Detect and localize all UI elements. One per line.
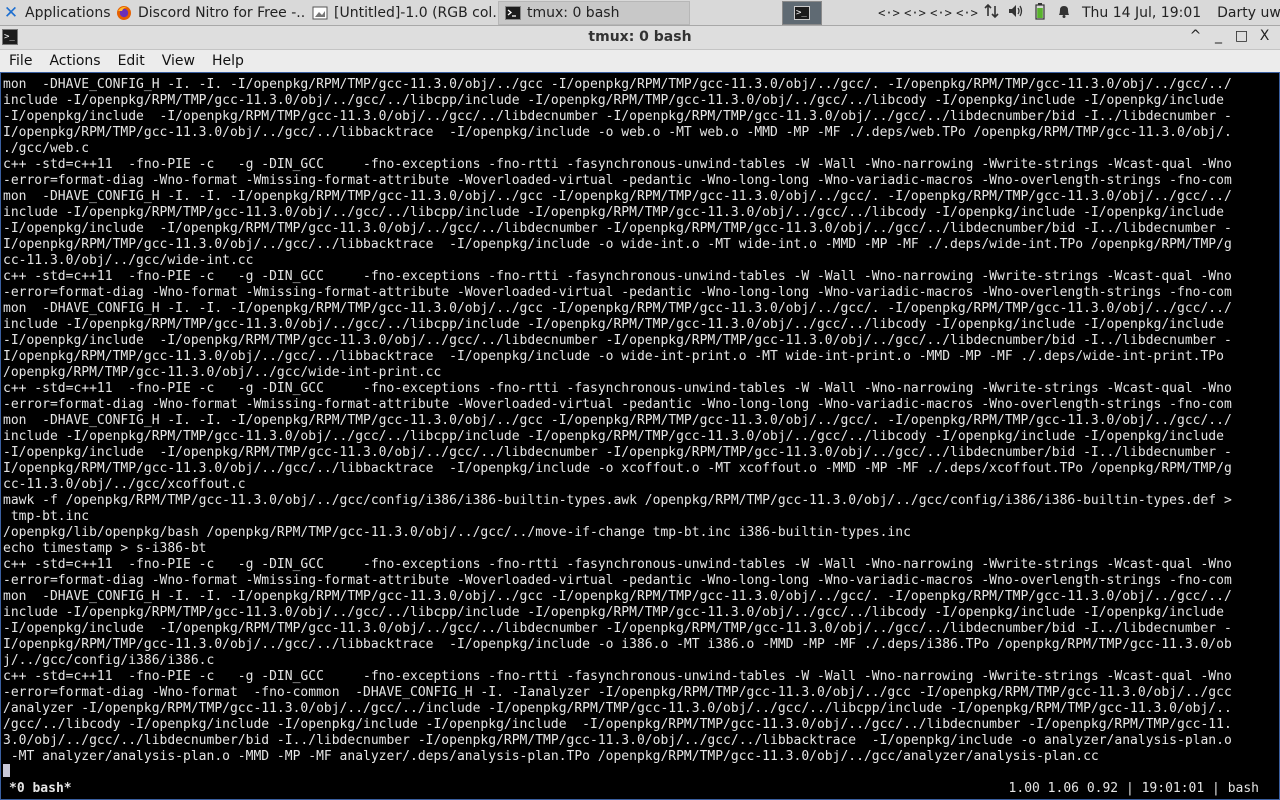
menu-view[interactable]: View <box>153 53 203 69</box>
tmux-window-tab[interactable]: *0 bash* <box>9 779 72 799</box>
terminal-line: include -I/openpkg/RPM/TMP/gcc-11.3.0/ob… <box>3 429 1224 444</box>
window-title-bar[interactable]: >_ tmux: 0 bash ^ _ □ X <box>0 26 1280 50</box>
menu-bar: File Actions Edit View Help <box>0 50 1280 72</box>
menu-actions[interactable]: Actions <box>40 53 108 69</box>
terminal-line: j/../gcc/config/i386/i386.c <box>3 653 215 668</box>
terminal-line: /openpkg/RPM/TMP/gcc-11.3.0/obj/../gcc/w… <box>3 365 442 380</box>
terminal-line: tmp-bt.inc <box>3 509 90 524</box>
menu-edit[interactable]: Edit <box>109 53 153 69</box>
terminal-line: I/openpkg/RPM/TMP/gcc-11.3.0/obj/../gcc/… <box>3 125 1232 140</box>
top-panel: ✕ Applications Discord Nitro for Free -.… <box>0 0 1280 26</box>
taskbar-item-label: [Untitled]-1.0 (RGB col... <box>334 4 498 21</box>
clock[interactable]: Thu 14 Jul, 19:01 <box>1082 5 1201 21</box>
terminal-line: cc-11.3.0/obj/../gcc/wide-int.cc <box>3 253 254 268</box>
terminal-line: -error=format-diag -Wno-format -Wmissing… <box>3 173 1232 188</box>
terminal-line: -error=format-diag -Wno-format -Wmissing… <box>3 573 1232 588</box>
terminal-line: c++ -std=c++11 -fno-PIE -c -g -DIN_GCC -… <box>3 269 1232 284</box>
taskbar-item-label: tmux: 0 bash <box>527 4 620 21</box>
terminal-line: include -I/openpkg/RPM/TMP/gcc-11.3.0/ob… <box>3 317 1224 332</box>
battery-icon[interactable] <box>1028 2 1052 24</box>
terminal-line: c++ -std=c++11 -fno-PIE -c -g -DIN_GCC -… <box>3 669 1232 684</box>
terminal-line: -MT analyzer/analysis-plan.o -MMD -MP -M… <box>3 749 1099 764</box>
terminal-line: mon -DHAVE_CONFIG_H -I. -I. -I/openpkg/R… <box>3 589 1232 604</box>
terminal-line: echo timestamp > s-i386-bt <box>3 541 207 556</box>
terminal-line: I/openpkg/RPM/TMP/gcc-11.3.0/obj/../gcc/… <box>3 637 1232 652</box>
network-icon[interactable]: <·> <box>954 6 980 20</box>
terminal-line: ./gcc/web.c <box>3 141 90 156</box>
maximize-button[interactable]: □ <box>1230 28 1253 44</box>
terminal-line: /analyzer -I/openpkg/RPM/TMP/gcc-11.3.0/… <box>3 701 1232 716</box>
network-icon[interactable]: <·> <box>876 6 902 20</box>
taskbar-item-terminal[interactable]: tmux: 0 bash <box>498 0 690 25</box>
terminal-line: mon -DHAVE_CONFIG_H -I. -I. -I/openpkg/R… <box>3 77 1232 92</box>
terminal-line: -I/openpkg/include -I/openpkg/RPM/TMP/gc… <box>3 221 1232 236</box>
terminal-line: mon -DHAVE_CONFIG_H -I. -I. -I/openpkg/R… <box>3 413 1232 428</box>
terminal-line: /openpkg/lib/openpkg/bash /openpkg/RPM/T… <box>3 525 911 540</box>
tmux-status-bar: *0 bash* 1.00 1.06 0.92 | 19:01:01 | bas… <box>1 779 1279 799</box>
terminal-line: cc-11.3.0/obj/../gcc/xcoffout.c <box>3 477 246 492</box>
minimize-button[interactable]: _ <box>1207 28 1230 44</box>
terminal-line: -I/openpkg/include -I/openpkg/RPM/TMP/gc… <box>3 333 1232 348</box>
terminal-line: include -I/openpkg/RPM/TMP/gcc-11.3.0/ob… <box>3 605 1224 620</box>
network-transfer-icon[interactable] <box>980 3 1004 23</box>
window-title: tmux: 0 bash <box>588 29 692 45</box>
user-menu[interactable]: Darty uwu <box>1217 5 1280 21</box>
terminal-line: -I/openpkg/include -I/openpkg/RPM/TMP/gc… <box>3 621 1232 636</box>
terminal-line: -error=format-diag -Wno-format -Wmissing… <box>3 397 1232 412</box>
terminal-line: I/openpkg/RPM/TMP/gcc-11.3.0/obj/../gcc/… <box>3 461 1232 476</box>
menu-file[interactable]: File <box>0 53 40 69</box>
terminal-line: -I/openpkg/include -I/openpkg/RPM/TMP/gc… <box>3 109 1232 124</box>
menu-help[interactable]: Help <box>203 53 252 69</box>
window-controls: ^ _ □ X <box>1184 28 1276 44</box>
firefox-icon <box>117 5 131 20</box>
terminal-line: mawk -f /openpkg/RPM/TMP/gcc-11.3.0/obj/… <box>3 493 1232 508</box>
terminal-line: -error=format-diag -Wno-format -Wmissing… <box>3 285 1232 300</box>
terminal-line: c++ -std=c++11 -fno-PIE -c -g -DIN_GCC -… <box>3 157 1232 172</box>
terminal-line: mon -DHAVE_CONFIG_H -I. -I. -I/openpkg/R… <box>3 301 1232 316</box>
terminal-output: mon -DHAVE_CONFIG_H -I. -I. -I/openpkg/R… <box>3 77 1267 765</box>
network-icon[interactable]: <·> <box>928 6 954 20</box>
xfce-logo-icon: ✕ <box>3 2 19 23</box>
system-tray: <·> <·> <·> <·> Thu 14 Jul, 19:01 Darty … <box>876 0 1280 26</box>
terminal-icon <box>505 5 521 20</box>
terminal-workspace-icon: >_ <box>794 6 810 20</box>
workspace-switcher[interactable]: >_ <box>782 1 822 25</box>
terminal-line: I/openpkg/RPM/TMP/gcc-11.3.0/obj/../gcc/… <box>3 237 1232 252</box>
applications-label: Applications <box>25 4 110 21</box>
terminal-line: /gcc/../libcody -I/openpkg/include -I/op… <box>3 717 1232 732</box>
tmux-status-right: 1.00 1.06 0.92 | 19:01:01 | bash <box>1008 781 1259 796</box>
terminal-line: include -I/openpkg/RPM/TMP/gcc-11.3.0/ob… <box>3 205 1224 220</box>
gimp-window-icon <box>312 6 328 19</box>
terminal-scrollbar[interactable] <box>1270 74 1278 778</box>
terminal-line: -error=format-diag -Wno-format -fno-comm… <box>3 685 1232 700</box>
terminal-cursor <box>3 764 10 777</box>
terminal-line: 3.0/obj/../gcc/../libdecnumber/bid -I../… <box>3 733 1232 748</box>
terminal-line: c++ -std=c++11 -fno-PIE -c -g -DIN_GCC -… <box>3 381 1232 396</box>
terminal-line: -I/openpkg/include -I/openpkg/RPM/TMP/gc… <box>3 445 1232 460</box>
shade-button[interactable]: ^ <box>1184 28 1207 44</box>
taskbar-item-gimp[interactable]: [Untitled]-1.0 (RGB col... <box>306 1 498 25</box>
terminal-line: mon -DHAVE_CONFIG_H -I. -I. -I/openpkg/R… <box>3 189 1232 204</box>
close-button[interactable]: X <box>1253 28 1276 44</box>
terminal-area[interactable]: mon -DHAVE_CONFIG_H -I. -I. -I/openpkg/R… <box>0 72 1280 800</box>
terminal-line: I/openpkg/RPM/TMP/gcc-11.3.0/obj/../gcc/… <box>3 349 1224 364</box>
applications-menu[interactable]: ✕ Applications <box>0 1 110 25</box>
taskbar-item-firefox[interactable]: Discord Nitro for Free -... <box>110 1 306 25</box>
notification-bell-icon[interactable] <box>1052 3 1076 23</box>
terminal-line: c++ -std=c++11 -fno-PIE -c -g -DIN_GCC -… <box>3 557 1232 572</box>
taskbar-item-label: Discord Nitro for Free -... <box>138 4 306 21</box>
volume-icon[interactable] <box>1004 3 1028 23</box>
network-icon[interactable]: <·> <box>902 6 928 20</box>
terminal-line: include -I/openpkg/RPM/TMP/gcc-11.3.0/ob… <box>3 93 1224 108</box>
